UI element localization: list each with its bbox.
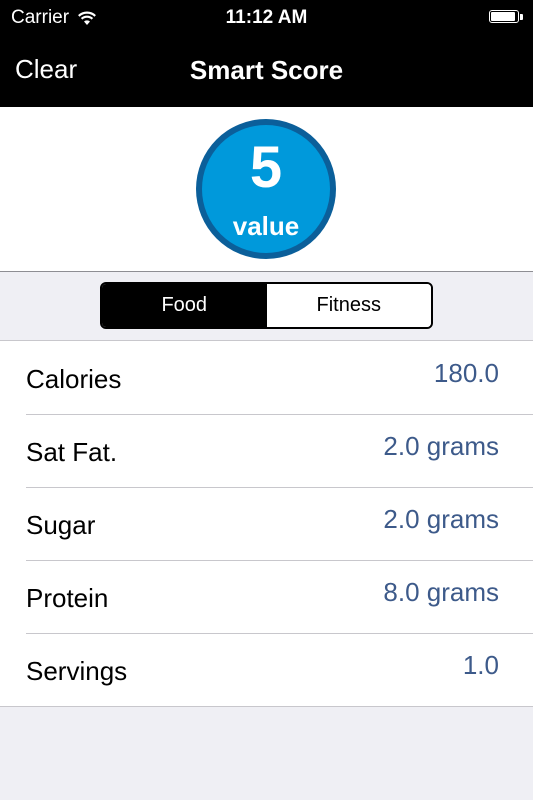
row-value: 1.0 <box>462 650 499 680</box>
row-label: Sat Fat. <box>26 437 118 467</box>
nutrition-table: Calories 180.0 Sat Fat. 2.0 grams Sugar … <box>0 340 533 707</box>
segment-fitness[interactable]: Fitness <box>266 284 431 327</box>
row-label: Calories <box>26 364 122 394</box>
row-value: 2.0 grams <box>383 504 499 534</box>
status-time: 11:12 AM <box>225 7 308 28</box>
score-label: value <box>232 211 300 241</box>
table-row-servings[interactable]: Servings 1.0 <box>0 633 533 706</box>
score-badge-inner: 5 value <box>202 125 330 253</box>
page-title: Smart Score <box>189 55 344 85</box>
food-fitness-segmented-control: Food Fitness <box>100 282 433 329</box>
table-row-sugar[interactable]: Sugar 2.0 grams <box>0 487 533 560</box>
score-badge: 5 value <box>196 119 336 259</box>
table-row-sat-fat[interactable]: Sat Fat. 2.0 grams <box>0 414 533 487</box>
row-label: Sugar <box>26 510 96 540</box>
table-row-protein[interactable]: Protein 8.0 grams <box>0 560 533 633</box>
row-value: 2.0 grams <box>383 431 499 461</box>
row-label: Servings <box>26 656 128 686</box>
row-value: 180.0 <box>433 358 499 388</box>
row-label: Protein <box>26 583 109 613</box>
table-row-calories[interactable]: Calories 180.0 <box>0 341 533 414</box>
navigation-bar: Clear Smart Score <box>0 36 533 107</box>
segment-food[interactable]: Food <box>102 284 267 327</box>
row-value: 8.0 grams <box>383 577 499 607</box>
score-header: 5 value <box>0 107 533 272</box>
score-number: 5 <box>249 135 283 200</box>
battery-icon <box>489 10 523 25</box>
status-bar: Carrier 11:12 AM <box>0 0 533 36</box>
